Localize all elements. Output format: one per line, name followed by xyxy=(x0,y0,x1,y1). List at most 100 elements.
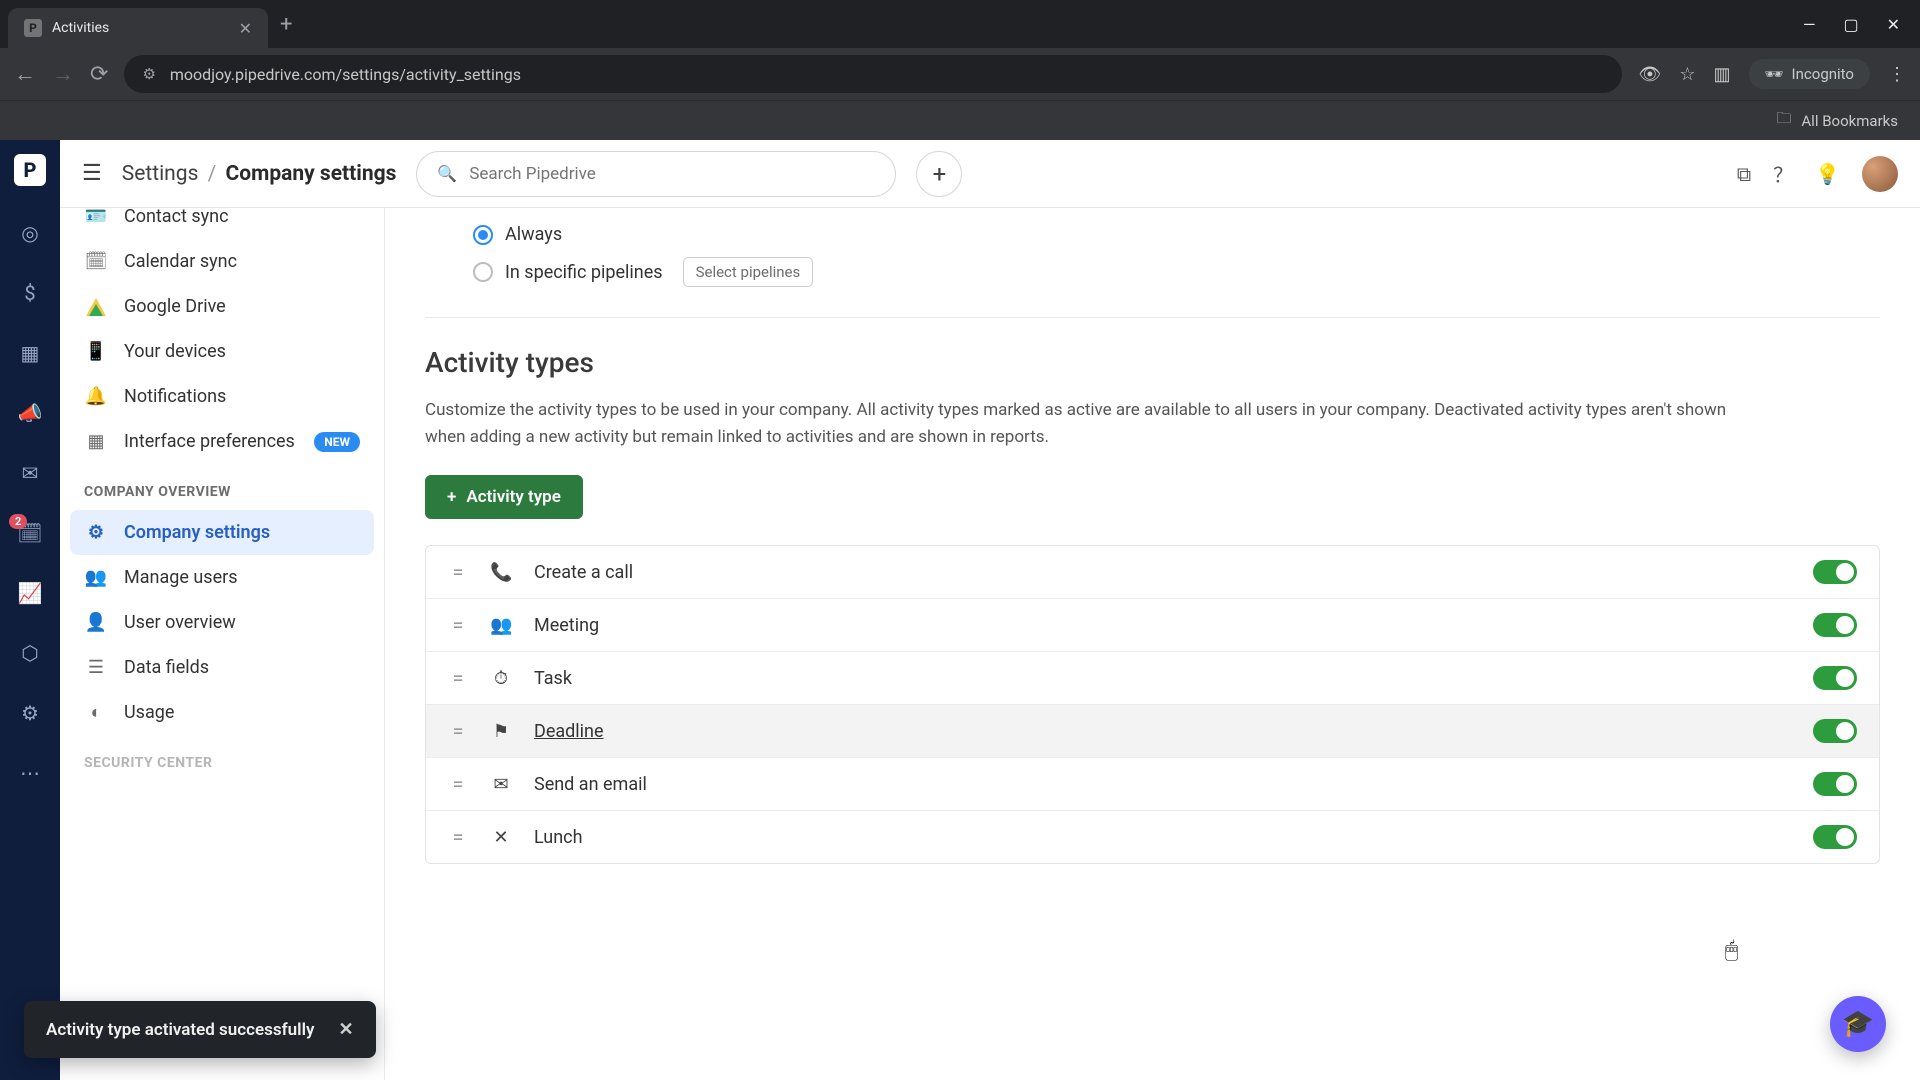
sidebar-item-label: Google Drive xyxy=(124,296,226,317)
add-activity-type-button[interactable]: + Activity type xyxy=(425,475,583,519)
activity-type-label: Task xyxy=(534,668,572,689)
drag-handle-icon[interactable]: = xyxy=(448,613,468,637)
bell-icon: 🔔 xyxy=(84,386,108,407)
sidebar-item-label: Contact sync xyxy=(124,208,229,227)
radio-specific-row[interactable]: In specific pipelines Select pipelines xyxy=(425,251,1880,293)
rail-mail-icon[interactable]: ✉ xyxy=(17,460,43,486)
new-badge: NEW xyxy=(314,432,360,452)
search-box[interactable]: 🔍 xyxy=(416,151,896,197)
sidebar-item-manage-users[interactable]: 👥 Manage users xyxy=(70,555,374,600)
add-activity-type-label: Activity type xyxy=(466,487,561,507)
activity-types-list: = 📞 Create a call = 👥 Meeting = ⏱ xyxy=(425,545,1880,864)
incognito-indicator[interactable]: 🕶 Incognito xyxy=(1749,59,1871,89)
tab-title: Activities xyxy=(52,20,229,36)
help-fab[interactable]: 🎓 xyxy=(1830,996,1886,1052)
drag-handle-icon[interactable]: = xyxy=(448,772,468,796)
minimize-icon[interactable]: — xyxy=(1803,15,1816,34)
activity-type-row[interactable]: = 👥 Meeting xyxy=(426,599,1879,652)
activity-toggle[interactable] xyxy=(1813,613,1857,637)
site-settings-icon[interactable]: ⚙ xyxy=(142,65,155,83)
drag-handle-icon[interactable]: = xyxy=(448,719,468,743)
task-icon: ⏱ xyxy=(490,668,512,689)
extensions-icon[interactable]: ⧉ xyxy=(1737,162,1751,186)
rail-activities-icon[interactable]: ▦ xyxy=(17,340,43,366)
rail-deals-icon[interactable]: $ xyxy=(17,280,43,306)
rail-reports-icon[interactable]: 📈 xyxy=(17,580,43,606)
rail-home-icon[interactable]: ◎ xyxy=(17,220,43,246)
bookmark-star-icon[interactable]: ☆ xyxy=(1679,64,1695,85)
sidebar-item-notifications[interactable]: 🔔 Notifications xyxy=(70,374,374,419)
sidebar-item-data-fields[interactable]: ☰ Data fields xyxy=(70,645,374,690)
activity-toggle[interactable] xyxy=(1813,560,1857,584)
close-window-icon[interactable]: ✕ xyxy=(1887,15,1900,34)
whatsnew-icon[interactable]: 💡 xyxy=(1815,162,1840,186)
activity-type-row[interactable]: = ⏱ Task xyxy=(426,652,1879,705)
tab-close-icon[interactable]: ✕ xyxy=(239,19,252,38)
sidebar-item-user-overview[interactable]: 👤 User overview xyxy=(70,600,374,645)
url-input[interactable]: ⚙ moodjoy.pipedrive.com/settings/activit… xyxy=(124,55,1622,93)
sidebar-item-company-settings[interactable]: ⚙ Company settings xyxy=(70,510,374,555)
new-tab-button[interactable]: + xyxy=(280,12,292,37)
drag-handle-icon[interactable]: = xyxy=(448,825,468,849)
radio-checked-icon[interactable] xyxy=(473,225,493,245)
rail-contacts-icon[interactable]: ⚙ xyxy=(17,700,43,726)
sidebar-item-label: Manage users xyxy=(124,567,238,588)
all-bookmarks-link[interactable]: All Bookmarks xyxy=(1801,112,1898,130)
back-button[interactable]: ← xyxy=(14,61,36,87)
rail-insights-icon[interactable]: 🗓 2 xyxy=(17,520,43,546)
call-icon: 📞 xyxy=(490,562,512,583)
drag-handle-icon[interactable]: = xyxy=(448,666,468,690)
radio-always-row[interactable]: Always xyxy=(425,218,1880,251)
rail-more-icon[interactable]: ⋯ xyxy=(17,760,43,786)
app-logo[interactable]: P xyxy=(14,154,46,186)
person-card-icon: 🪪 xyxy=(84,208,108,227)
sidebar-item-label: Calendar sync xyxy=(124,251,237,272)
breadcrumb-root[interactable]: Settings xyxy=(122,162,199,186)
folder-icon: 🗀 xyxy=(1776,108,1791,133)
select-pipelines-button[interactable]: Select pipelines xyxy=(683,257,814,287)
sidebar-item-usage[interactable]: ◐ Usage xyxy=(70,690,374,735)
activity-type-row[interactable]: = 📞 Create a call xyxy=(426,546,1879,599)
panel-icon[interactable]: ▥ xyxy=(1713,64,1730,85)
sidebar-toggle-icon[interactable]: ☰ xyxy=(82,161,102,186)
reload-button[interactable]: ⟳ xyxy=(90,62,108,87)
layout-icon: ▦ xyxy=(84,431,108,452)
sidebar-item-contact-sync[interactable]: 🪪 Contact sync xyxy=(70,208,374,239)
gear-icon: ⚙ xyxy=(84,522,108,543)
sidebar-item-google-drive[interactable]: Google Drive xyxy=(70,284,374,329)
activity-type-label: Meeting xyxy=(534,615,599,636)
activity-type-row[interactable]: = ⚑ Deadline xyxy=(426,705,1879,758)
radio-unchecked-icon[interactable] xyxy=(473,262,493,282)
drag-handle-icon[interactable]: = xyxy=(448,560,468,584)
activity-toggle[interactable] xyxy=(1813,772,1857,796)
chrome-menu-icon[interactable]: ⋮ xyxy=(1888,64,1906,85)
avatar[interactable] xyxy=(1862,156,1898,192)
user-icon: 👤 xyxy=(84,612,108,633)
rail-campaigns-icon[interactable]: 📣 xyxy=(17,400,43,426)
cursor-pointer-icon: 🖱 xyxy=(1725,938,1738,963)
search-input[interactable] xyxy=(469,164,875,184)
radio-always-label: Always xyxy=(505,224,562,245)
activity-type-label: Send an email xyxy=(534,774,647,795)
activity-type-row[interactable]: = ✉ Send an email xyxy=(426,758,1879,811)
incognito-label: Incognito xyxy=(1792,65,1854,83)
plus-icon: + xyxy=(447,487,456,507)
sidebar-item-your-devices[interactable]: 📱 Your devices xyxy=(70,329,374,374)
rail-products-icon[interactable]: ⬡ xyxy=(17,640,43,666)
sidebar-item-interface-preferences[interactable]: ▦ Interface preferences NEW xyxy=(70,419,374,464)
activity-toggle[interactable] xyxy=(1813,825,1857,849)
forward-button[interactable]: → xyxy=(52,61,74,87)
maximize-icon[interactable]: ▢ xyxy=(1843,15,1858,34)
hide-extension-icon[interactable]: 👁 xyxy=(1638,64,1661,85)
activity-toggle[interactable] xyxy=(1813,719,1857,743)
activity-type-row[interactable]: = ✕ Lunch xyxy=(426,811,1879,863)
sidebar-heading-company-overview: COMPANY OVERVIEW xyxy=(70,464,374,510)
rail-badge: 2 xyxy=(9,514,27,529)
sidebar-item-calendar-sync[interactable]: 🗓 Calendar sync xyxy=(70,239,374,284)
help-icon[interactable]: ？ xyxy=(1773,159,1793,188)
activity-toggle[interactable] xyxy=(1813,666,1857,690)
global-add-button[interactable]: + xyxy=(916,151,962,197)
browser-tab[interactable]: P Activities ✕ xyxy=(8,8,268,48)
breadcrumb: Settings / Company settings xyxy=(122,162,397,186)
toast-close-icon[interactable]: ✕ xyxy=(338,1019,353,1040)
